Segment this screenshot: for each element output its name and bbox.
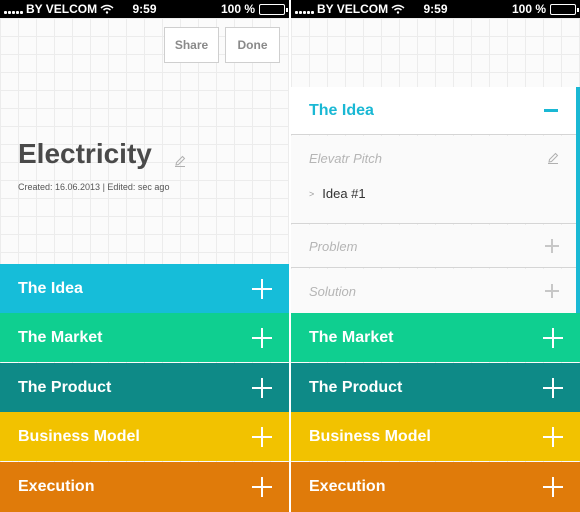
done-button[interactable]: Done [225,27,280,63]
idea-list-item[interactable]: > Idea #1 [309,186,366,201]
edit-pitch-icon[interactable] [547,152,559,164]
battery-percent: 100 % [511,2,546,16]
plus-icon[interactable] [545,284,559,298]
plus-icon [252,377,272,398]
plus-icon [252,327,272,348]
section-the-market[interactable]: The Market [291,313,580,362]
section-the-product[interactable]: The Product [291,363,580,412]
section-label: The Market [309,328,394,346]
section-label: The Idea [18,279,83,297]
screen-project-overview: BY VELCOM 9:59 100 % Share Done Electric… [0,0,289,512]
section-the-idea-expanded[interactable]: The Idea [291,87,576,135]
project-title: Electricity [18,138,152,169]
status-bar: BY VELCOM 9:59 100 % [0,0,289,18]
edit-title-icon[interactable] [174,155,186,167]
section-label: Execution [18,478,95,495]
subsection-solution[interactable]: Solution [291,269,576,313]
section-label: The Product [18,378,112,396]
subsection-label: Problem [309,239,358,254]
plus-icon [543,377,563,398]
section-execution[interactable]: Execution [0,462,289,512]
section-business-model[interactable]: Business Model [0,412,289,461]
status-bar: BY VELCOM 9:59 100 % [291,0,580,18]
battery-percent: 100 % [220,2,255,16]
plus-icon [543,477,563,497]
section-label: Business Model [309,427,431,445]
plus-icon [543,327,563,348]
section-the-idea[interactable]: The Idea [0,264,289,313]
section-label: The Product [309,378,403,396]
subsection-elevator-pitch[interactable]: Elevatr Pitch [291,136,576,224]
subsection-problem[interactable]: Problem [291,225,576,268]
plus-icon[interactable] [545,239,559,253]
subsection-label: Elevatr Pitch [309,151,382,166]
collapse-minus-icon[interactable] [544,109,558,112]
section-business-model[interactable]: Business Model [291,412,580,461]
plus-icon [252,426,272,447]
section-accent-bar [576,87,580,313]
share-button[interactable]: Share [164,27,219,63]
section-label: Execution [309,478,386,495]
section-execution[interactable]: Execution [291,462,580,512]
plus-icon [252,477,272,497]
plus-icon [543,426,563,447]
idea-item-label: Idea #1 [322,186,366,201]
section-the-market[interactable]: The Market [0,313,289,362]
section-the-product[interactable]: The Product [0,363,289,412]
battery-icon [550,3,579,15]
section-label: The Idea [309,101,374,119]
project-meta: Created: 16.06.2013 | Edited: sec ago [18,182,170,192]
subsection-label: Solution [309,284,356,299]
plus-icon [252,278,272,299]
section-label: Business Model [18,427,140,445]
section-label: The Market [18,328,103,346]
screen-section-expanded: BY VELCOM 9:59 100 % The Idea Elevatr Pi… [291,0,580,512]
battery-icon [259,3,288,15]
chevron-right-icon: > [309,188,315,199]
